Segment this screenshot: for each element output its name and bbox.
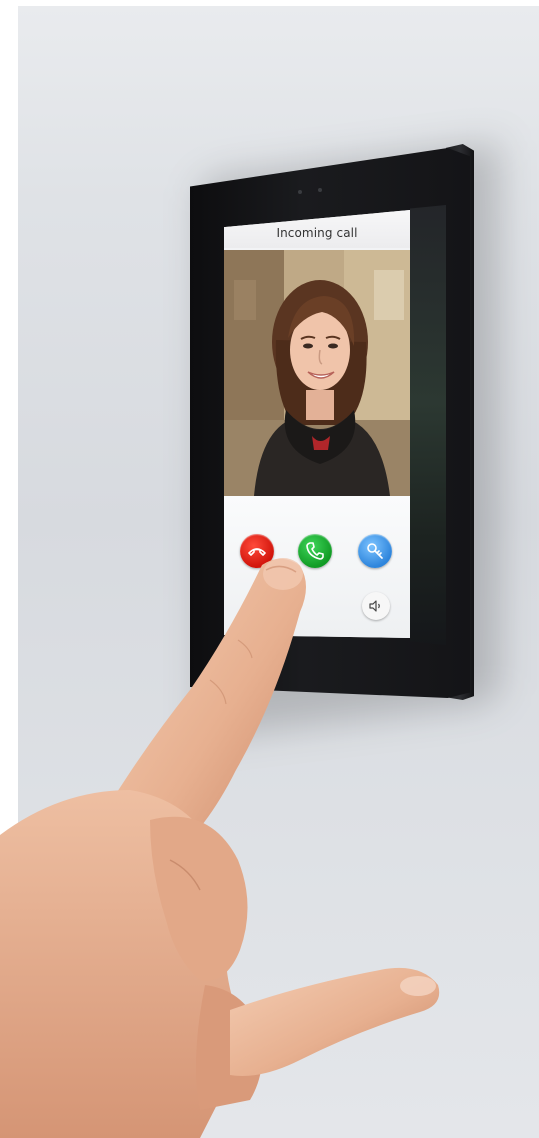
wall-scene: Incoming call xyxy=(0,0,539,1138)
pointing-hand xyxy=(0,558,440,1138)
